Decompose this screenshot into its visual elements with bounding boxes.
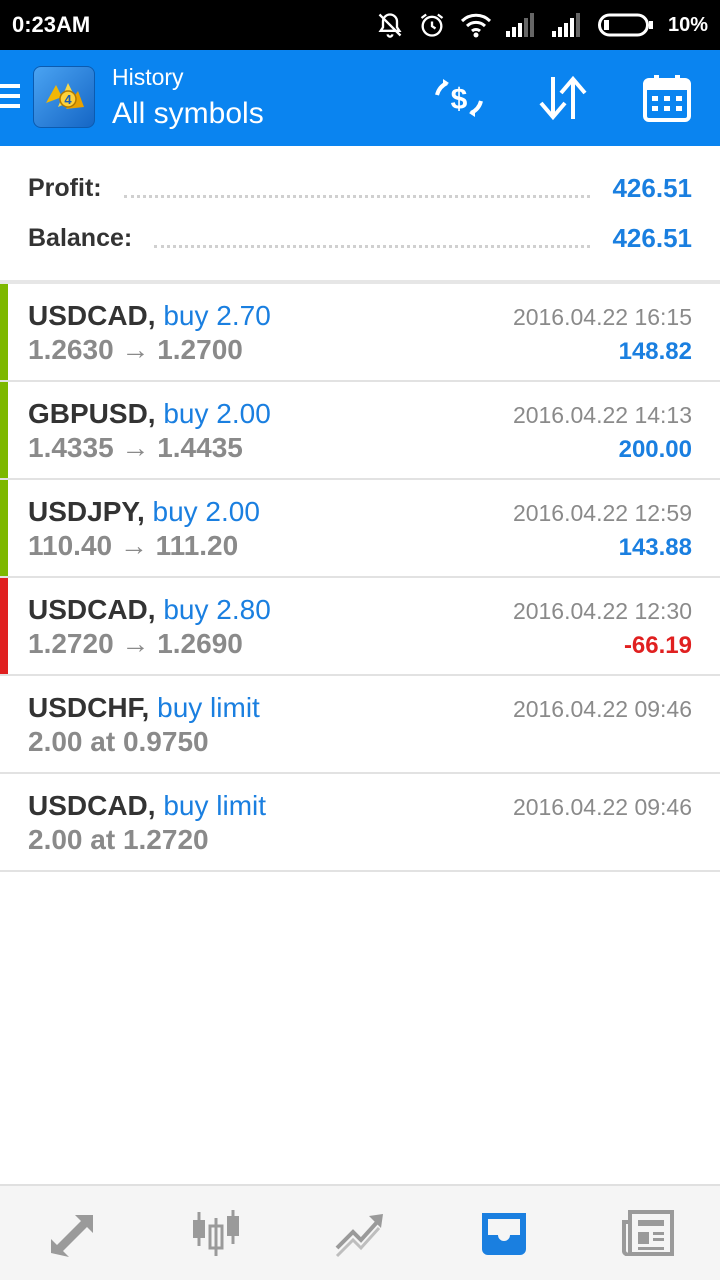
- deal-prices: 1.2720 → 1.2690: [28, 628, 243, 659]
- history-tab[interactable]: [432, 1186, 576, 1280]
- metatrader-logo-icon: 4: [46, 83, 84, 109]
- deal-type: buy 2.70: [163, 300, 271, 331]
- deal-prices: 2.00 at 0.9750: [28, 726, 209, 757]
- deal-prices: 110.40 → 111.20: [28, 530, 239, 561]
- bottom-nav: [0, 1184, 720, 1280]
- profit-label: Profit:: [28, 173, 102, 202]
- deal-symbol: USDCAD, buy 2.80: [28, 594, 271, 625]
- battery-icon: [597, 13, 653, 37]
- inbox-icon: [482, 1213, 526, 1255]
- menu-icon[interactable]: [0, 84, 20, 112]
- battery-percent: 10%: [667, 13, 708, 36]
- deal-type: buy limit: [163, 790, 267, 821]
- sort-icon: [539, 75, 587, 121]
- deal-prices: 2.00 at 1.2720: [28, 824, 209, 855]
- candlestick-icon: [193, 1210, 239, 1256]
- chart-tab[interactable]: [144, 1186, 288, 1280]
- quotes-tab[interactable]: [0, 1186, 144, 1280]
- deal-prices: 1.2630 → 1.2700: [28, 334, 243, 365]
- title-block[interactable]: History All symbols: [112, 62, 264, 134]
- deal-time: 2016.04.22 09:46: [512, 696, 692, 722]
- app-bar: 4 History All symbols $: [0, 50, 720, 146]
- currency-exchange-icon: $: [435, 79, 483, 117]
- deal-symbol: USDCAD, buy 2.70: [28, 300, 271, 331]
- bell-off-icon: [378, 13, 402, 38]
- currency-exchange-button[interactable]: $: [430, 70, 488, 126]
- deal-row[interactable]: USDJPY, buy 2.00 110.40 → 111.20 2016.04…: [0, 480, 720, 578]
- deal-time: 2016.04.22 12:59: [512, 500, 692, 526]
- deal-row[interactable]: USDCAD, buy 2.70 1.2630 → 1.2700 2016.04…: [0, 284, 720, 382]
- page-title: History: [112, 64, 184, 90]
- news-tab[interactable]: [576, 1186, 720, 1280]
- deal-row[interactable]: USDCHF, buy limit 2.00 at 0.9750 2016.04…: [0, 676, 720, 774]
- calendar-icon: [643, 75, 691, 122]
- deal-loss-marker: [0, 578, 8, 674]
- signal-icon: [551, 13, 580, 37]
- deal-list: USDCAD, buy 2.70 1.2630 → 1.2700 2016.04…: [0, 284, 720, 872]
- wifi-icon: [460, 13, 492, 38]
- balance-row: Balance: 426.51: [28, 218, 692, 258]
- deal-profit: 200.00: [618, 436, 692, 463]
- balance-value: 426.51: [612, 222, 692, 253]
- dotted-leader: [123, 194, 591, 198]
- deal-type: buy 2.00: [163, 398, 271, 429]
- deal-profit: 143.88: [618, 534, 692, 561]
- newspaper-icon: [622, 1210, 674, 1256]
- status-icons: 10%: [376, 11, 708, 39]
- status-bar: 0:23AM 10%: [0, 0, 720, 50]
- deal-type: buy 2.00: [152, 496, 260, 527]
- dotted-leader: [154, 244, 591, 248]
- trend-icon: [335, 1214, 383, 1258]
- balance-label: Balance:: [28, 223, 133, 252]
- signal-icon: [505, 13, 534, 37]
- deal-symbol: USDCAD, buy limit: [28, 790, 267, 821]
- deal-profit-marker: [0, 480, 8, 576]
- status-time: 0:23AM: [12, 12, 91, 37]
- symbol-filter-title: All symbols: [112, 97, 264, 130]
- deal-row[interactable]: GBPUSD, buy 2.00 1.4335 → 1.4435 2016.04…: [0, 382, 720, 480]
- alarm-icon: [420, 13, 444, 37]
- deal-symbol: USDCHF, buy limit: [28, 692, 260, 723]
- deal-profit: 148.82: [618, 338, 692, 365]
- trade-arrows-icon: [51, 1215, 93, 1257]
- deal-time: 2016.04.22 16:15: [512, 304, 692, 330]
- sort-button[interactable]: [534, 70, 592, 126]
- deal-row[interactable]: USDCAD, buy limit 2.00 at 1.2720 2016.04…: [0, 774, 720, 872]
- svg-text:4: 4: [64, 92, 72, 107]
- svg-text:$: $: [451, 83, 468, 116]
- deal-prices: 1.4335 → 1.4435: [28, 432, 243, 463]
- deal-row[interactable]: USDCAD, buy 2.80 1.2720 → 1.2690 2016.04…: [0, 578, 720, 676]
- trade-tab[interactable]: [288, 1186, 432, 1280]
- deal-profit: -66.19: [623, 632, 692, 659]
- deal-type: buy limit: [157, 692, 260, 723]
- deal-time: 2016.04.22 12:30: [512, 598, 692, 624]
- app-logo[interactable]: 4: [33, 66, 95, 128]
- deal-time: 2016.04.22 14:13: [512, 402, 692, 428]
- profit-row: Profit: 426.51: [28, 168, 692, 208]
- deal-symbol: GBPUSD, buy 2.00: [28, 398, 271, 429]
- deal-type: buy 2.80: [163, 594, 271, 625]
- deal-profit-marker: [0, 284, 8, 380]
- deal-profit-marker: [0, 382, 8, 478]
- deal-symbol: USDJPY, buy 2.00: [28, 496, 260, 527]
- deal-time: 2016.04.22 09:46: [512, 794, 692, 820]
- calendar-button[interactable]: [638, 70, 696, 126]
- summary-panel: Profit: 426.51 Balance: 426.51: [0, 146, 720, 284]
- profit-value: 426.51: [612, 172, 692, 203]
